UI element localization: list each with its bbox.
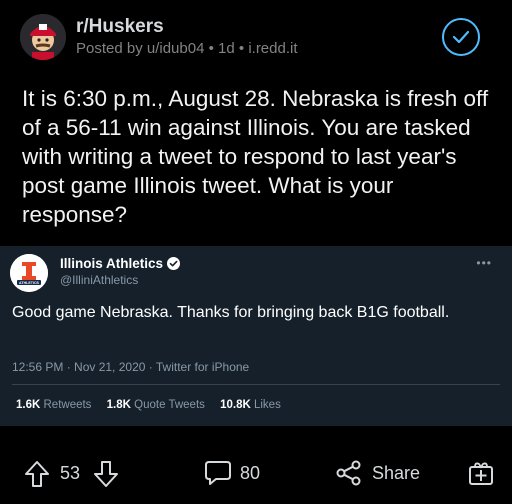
tweet-divider — [12, 384, 500, 385]
join-check-button[interactable] — [442, 18, 480, 56]
post-age: 1d — [218, 40, 235, 57]
tweet-retweets: 1.6K Retweets — [16, 399, 91, 411]
award-button[interactable] — [468, 460, 494, 486]
tweet-account-label: Illinois Athletics — [60, 256, 164, 271]
tweet-quotes: 1.8K Quote Tweets — [107, 399, 205, 411]
quotes-count: 1.8K — [106, 399, 131, 411]
illinois-logo: ATHLETICS — [10, 254, 48, 292]
tweet-stats: 1.6K Retweets 1.8K Quote Tweets 10.8K Li… — [16, 399, 293, 411]
tweet-likes: 10.8K Likes — [220, 399, 281, 411]
comment-bubble-icon — [205, 461, 231, 485]
checkmark-icon — [452, 30, 470, 44]
upvote-arrow-icon — [25, 461, 49, 487]
tweet-image[interactable]: ATHLETICS Illinois Athletics @IlliniAthl… — [0, 246, 512, 426]
likes-count: 10.8K — [220, 399, 251, 411]
likes-label: Likes — [253, 399, 281, 411]
comments-count[interactable]: 80 — [240, 463, 260, 484]
subreddit-avatar[interactable] — [20, 14, 66, 60]
subreddit-name[interactable]: r/Huskers — [76, 16, 164, 38]
tweet-more-icon: ••• — [476, 256, 492, 270]
retweets-count: 1.6K — [16, 399, 41, 411]
post-title: It is 6:30 p.m., August 28. Nebraska is … — [22, 86, 489, 227]
svg-text:ATHLETICS: ATHLETICS — [19, 281, 39, 285]
downvote-arrow-icon — [94, 461, 118, 487]
retweets-label: Retweets — [43, 399, 92, 411]
gift-award-icon — [469, 462, 493, 485]
quotes-label: Quote Tweets — [134, 399, 205, 411]
share-button[interactable] — [336, 460, 362, 486]
post-meta: Posted by u/idub04 • 1d • i.redd.it — [76, 40, 298, 57]
meta-separator: • — [238, 40, 249, 57]
tweet-handle: @IlliniAthletics — [60, 273, 139, 287]
downvote-button[interactable] — [93, 460, 119, 488]
upvote-button[interactable] — [24, 460, 50, 488]
comments-button[interactable] — [204, 460, 232, 486]
posted-by[interactable]: Posted by u/idub04 — [76, 40, 204, 57]
post-action-bar: 53 80 Share — [0, 448, 512, 500]
meta-separator: • — [208, 40, 219, 57]
tweet-account-name: Illinois Athletics — [60, 256, 181, 271]
post-domain[interactable]: i.redd.it — [248, 40, 297, 57]
share-label[interactable]: Share — [372, 463, 420, 484]
verified-badge-icon — [167, 257, 181, 270]
vote-count: 53 — [60, 463, 81, 483]
post-header: r/Huskers Posted by u/idub04 • 1d • i.re… — [20, 10, 492, 66]
share-icon — [336, 460, 361, 486]
tweet-text: Good game Nebraska. Thanks for bringing … — [12, 304, 450, 321]
tweet-timestamp: 12:56 PM · Nov 21, 2020 · Twitter for iP… — [12, 360, 250, 374]
